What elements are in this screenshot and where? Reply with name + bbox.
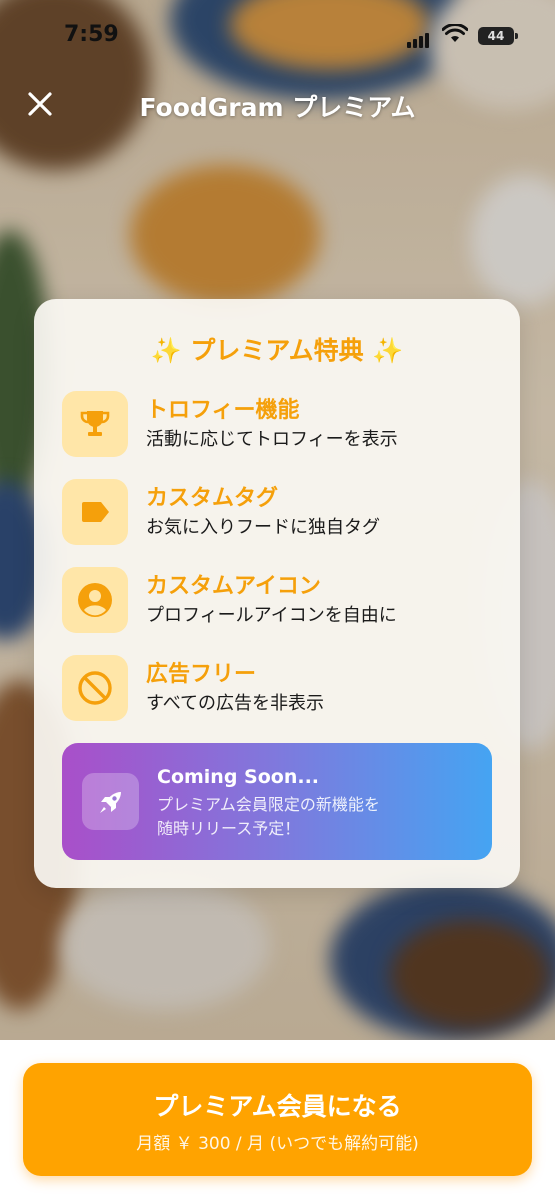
wifi-icon	[441, 23, 469, 48]
feature-custom-tag: カスタムタグ お気に入りフードに独自タグ	[62, 479, 502, 545]
coming-soon-title: Coming Soon...	[157, 766, 320, 788]
feature-description: お気に入りフードに独自タグ	[146, 517, 380, 538]
feature-description: 活動に応じてトロフィーを表示	[146, 429, 398, 450]
feature-title: カスタムアイコン	[146, 574, 321, 599]
premium-benefits-card: ✨ プレミアム特典 ✨ トロフィー機能 活動に応じてトロフィーを表示 カスタムタ…	[34, 299, 520, 888]
feature-custom-icon: カスタムアイコン プロフィールアイコンを自由に	[62, 567, 502, 633]
status-bar: 7:59 44	[0, 0, 555, 70]
feature-title: 広告フリー	[146, 662, 257, 687]
rocket-icon	[82, 773, 139, 830]
feature-description: プロフィールアイコンを自由に	[146, 605, 397, 626]
become-premium-button[interactable]: プレミアム会員になる 月額 ￥ 300 / 月 (いつでも解約可能)	[23, 1063, 532, 1176]
coming-soon-description: プレミアム会員限定の新機能を 随時リリース予定！	[157, 795, 380, 838]
battery-icon: 44	[478, 27, 518, 45]
status-time: 7:59	[64, 22, 119, 47]
feature-title: カスタムタグ	[146, 486, 279, 511]
no-ads-icon	[62, 655, 128, 721]
coming-soon-banner: Coming Soon... プレミアム会員限定の新機能を 随時リリース予定！	[62, 743, 492, 860]
feature-title: トロフィー機能	[146, 398, 300, 423]
feature-trophy: トロフィー機能 活動に応じてトロフィーを表示	[62, 391, 502, 457]
cellular-signal-icon	[407, 29, 431, 48]
bottom-panel: プレミアム会員になる 月額 ￥ 300 / 月 (いつでも解約可能)	[0, 1040, 555, 1200]
cta-label: プレミアム会員になる	[153, 1092, 402, 1121]
account-circle-icon	[62, 567, 128, 633]
feature-description: すべての広告を非表示	[146, 693, 325, 714]
feature-ad-free: 広告フリー すべての広告を非表示	[62, 655, 502, 721]
tag-icon	[62, 479, 128, 545]
cta-price-label: 月額 ￥ 300 / 月 (いつでも解約可能)	[136, 1134, 419, 1154]
benefits-heading: ✨ プレミアム特典 ✨	[150, 336, 404, 365]
page-title: FoodGram プレミアム	[139, 93, 416, 122]
trophy-icon	[62, 391, 128, 457]
